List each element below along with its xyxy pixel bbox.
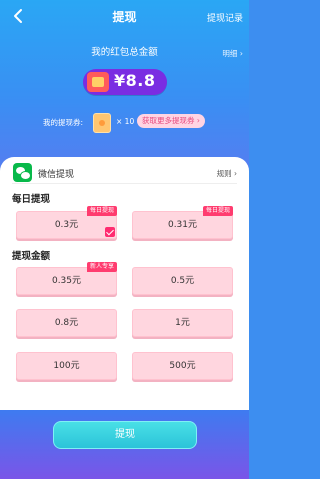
coupon-count: × 10 bbox=[116, 117, 135, 126]
detail-link[interactable]: 明细 › bbox=[222, 48, 243, 59]
coupon-label: 我的提现券: bbox=[43, 118, 84, 127]
withdraw-record-link[interactable]: 提现记录 bbox=[207, 11, 243, 24]
option-amount-0-5[interactable]: 0.5元 bbox=[132, 267, 233, 295]
option-amount-1[interactable]: 1元 bbox=[132, 309, 233, 337]
option-label: 0.5元 bbox=[170, 276, 195, 286]
option-amount-100[interactable]: 100元 bbox=[16, 352, 117, 380]
balance-pill: ¥8.8 bbox=[83, 69, 167, 95]
option-label: 1元 bbox=[175, 318, 190, 328]
detail-label: 明细 bbox=[222, 49, 238, 58]
balance-amount: ¥8.8 bbox=[114, 71, 156, 90]
option-label: 0.3元 bbox=[54, 220, 79, 230]
option-label: 500元 bbox=[169, 361, 196, 371]
daily-tag: 每日提现 bbox=[86, 206, 117, 216]
option-amount-0-35[interactable]: 0.35元 新人专享 bbox=[16, 262, 117, 295]
coupon-row: 我的提现券: × 10 获取更多提现券 › bbox=[0, 113, 249, 133]
chevron-right-icon: › bbox=[239, 49, 243, 58]
option-label: 0.35元 bbox=[51, 276, 82, 286]
get-more-coupons-button[interactable]: 获取更多提现券 › bbox=[137, 114, 205, 128]
wallet-icon bbox=[87, 72, 109, 92]
check-icon bbox=[105, 227, 115, 237]
rules-link[interactable]: 规则 › bbox=[217, 168, 237, 179]
rules-label: 规则 bbox=[216, 169, 232, 178]
option-label: 0.8元 bbox=[54, 318, 79, 328]
option-label: 0.31元 bbox=[167, 220, 198, 230]
option-label: 100元 bbox=[53, 361, 80, 371]
top-bar: 提现 提现记录 bbox=[0, 6, 249, 28]
new-user-tag: 新人专享 bbox=[86, 262, 117, 272]
get-more-coupons-label: 获取更多提现券 bbox=[142, 116, 195, 125]
option-daily-0-31[interactable]: 0.31元 每日提现 bbox=[132, 206, 233, 239]
wechat-method-row[interactable]: 微信提现 规则 › bbox=[0, 163, 249, 183]
wechat-method-label: 微信提现 bbox=[38, 170, 75, 180]
option-amount-500[interactable]: 500元 bbox=[132, 352, 233, 380]
wechat-icon bbox=[13, 163, 32, 182]
daily-section-title: 每日提现 bbox=[12, 194, 51, 205]
bottom-bar: 提现 bbox=[0, 410, 249, 479]
daily-tag: 每日提现 bbox=[202, 206, 233, 216]
balance-label: 我的红包总金额 bbox=[91, 47, 158, 58]
withdraw-submit-button[interactable]: 提现 bbox=[53, 421, 197, 449]
option-daily-0-3[interactable]: 0.3元 每日提现 bbox=[16, 206, 117, 239]
coupon-ticket-icon bbox=[93, 113, 111, 133]
amount-section-title: 提现金额 bbox=[12, 251, 51, 262]
divider bbox=[12, 183, 237, 184]
option-amount-0-8[interactable]: 0.8元 bbox=[16, 309, 117, 337]
